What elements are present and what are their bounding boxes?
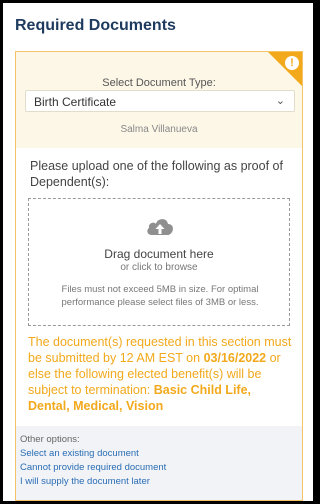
select-existing-document-link[interactable]: Select an existing document (20, 448, 139, 459)
document-card: ! Select Document Type: Birth Certificat… (15, 51, 303, 501)
page-title: Required Documents (15, 17, 176, 34)
browse-link[interactable]: or click to browse (29, 262, 289, 273)
document-type-select[interactable]: Birth Certificate ⌄ (25, 90, 295, 112)
cannot-provide-document-link[interactable]: Cannot provide required document (20, 462, 166, 473)
document-type-label: Select Document Type: (102, 77, 216, 89)
alert-icon: ! (285, 56, 299, 70)
other-options-section: Other options: Select an existing docume… (16, 426, 302, 500)
supply-later-link[interactable]: I will supply the document later (20, 476, 150, 487)
other-options-label: Other options: (20, 434, 80, 445)
required-documents-panel: Required Documents ! Select Document Typ… (3, 3, 313, 501)
file-size-note: Files must not exceed 5MB in size. For o… (61, 284, 259, 308)
drag-title: Drag document here (104, 247, 214, 261)
deadline-date: 03/16/2022 (203, 351, 267, 365)
cloud-upload-icon (147, 219, 173, 235)
dependent-name: Salma Villanueva (120, 124, 198, 135)
upload-prompt: Please upload one of the following as pr… (30, 159, 283, 189)
chevron-down-icon: ⌄ (275, 95, 285, 107)
deadline-warning: The document(s) requested in this sectio… (28, 334, 296, 414)
document-type-value: Birth Certificate (34, 95, 117, 109)
upload-dropzone[interactable]: Drag document here or click to browse Fi… (28, 198, 290, 326)
